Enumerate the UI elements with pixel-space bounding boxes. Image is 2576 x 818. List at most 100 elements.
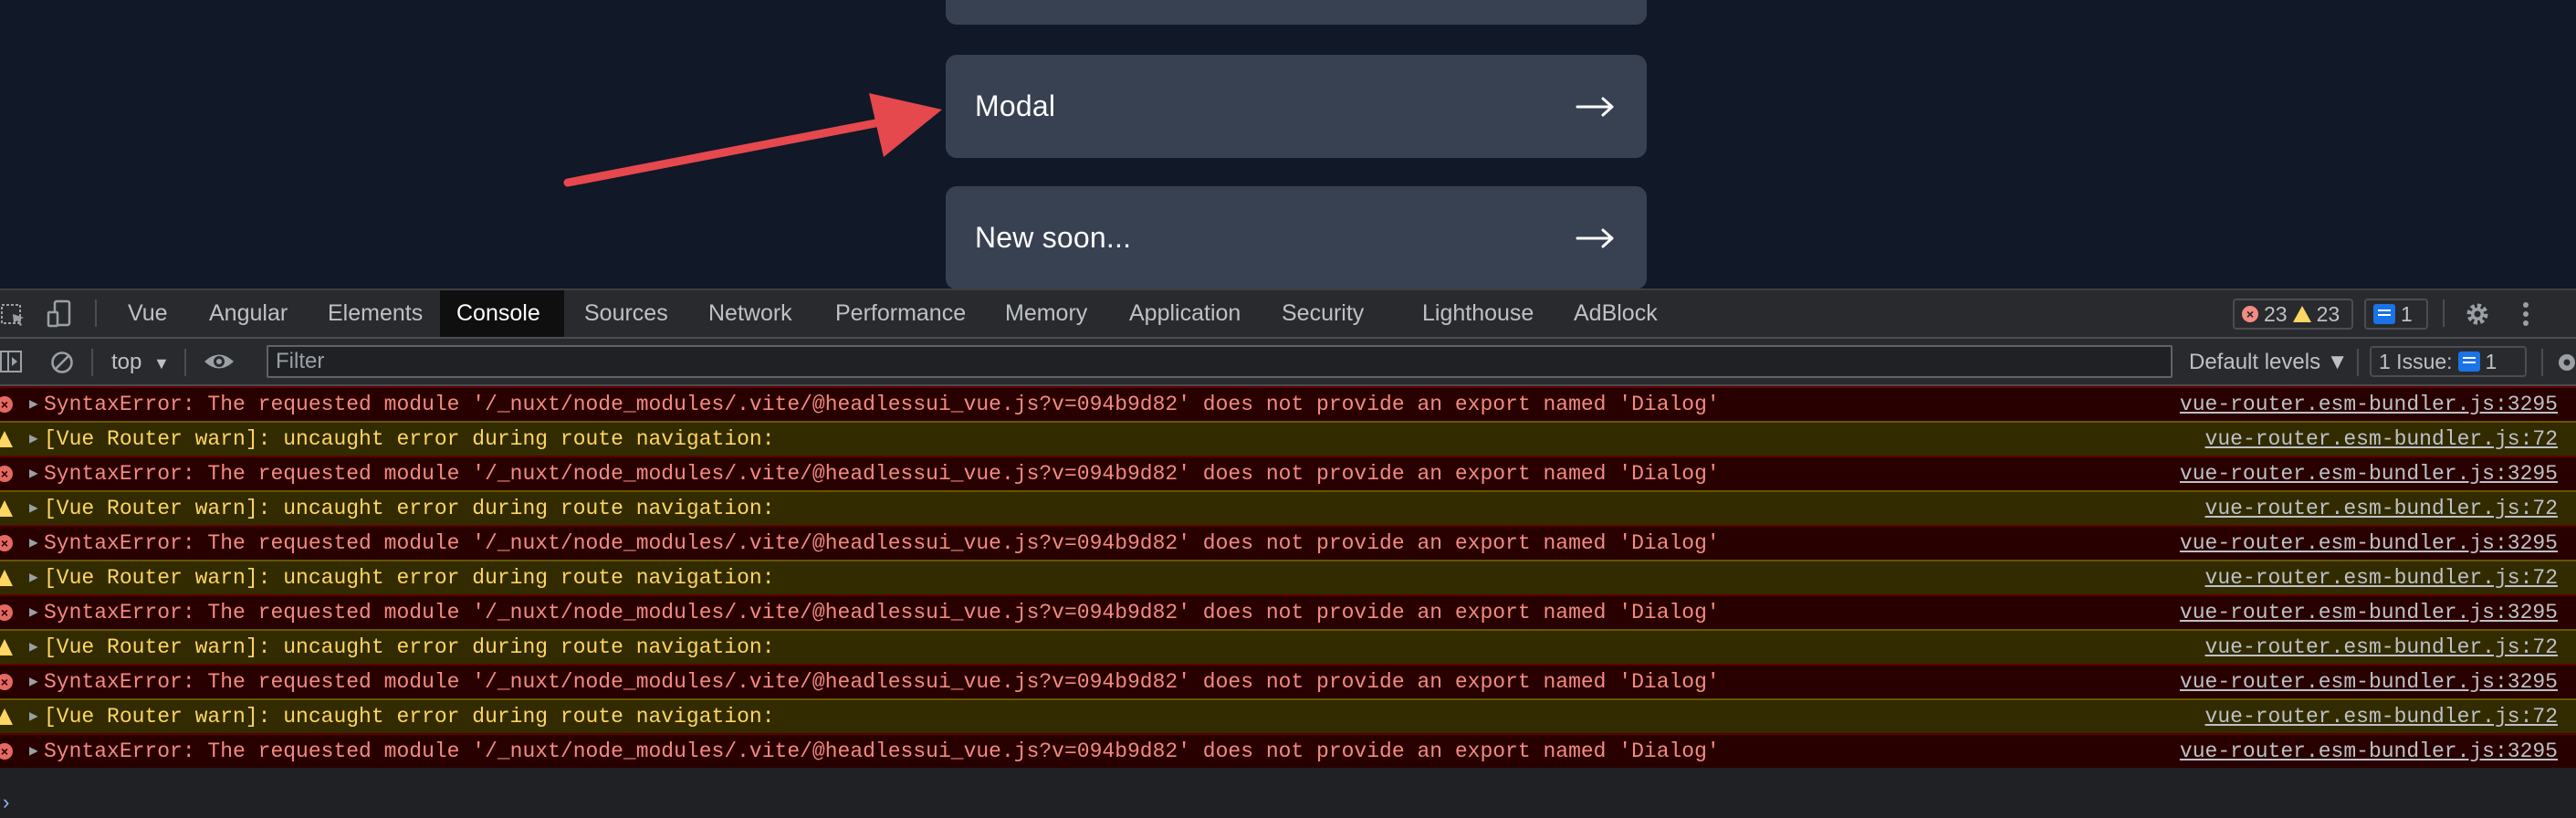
warning-icon — [0, 431, 13, 447]
page-content: Modal New soon... — [0, 0, 2576, 288]
eye-icon[interactable] — [203, 350, 236, 373]
source-link[interactable]: vue-router.esm-bundler.js:72 — [2205, 492, 2558, 525]
console-row-error[interactable]: × ▶ SyntaxError: The requested module '/… — [0, 525, 2576, 560]
context-value: top — [111, 350, 142, 374]
tab-sources[interactable]: Sources — [568, 290, 685, 337]
console-row-error[interactable]: × ▶ SyntaxError: The requested module '/… — [0, 456, 2576, 490]
chevron-down-icon: ▼ — [153, 354, 170, 372]
tab-performance[interactable]: Performance — [819, 290, 982, 337]
message-text: [Vue Router warn]: uncaught error during… — [44, 705, 775, 729]
error-icon: × — [0, 535, 13, 551]
arrow-right-icon — [1576, 228, 1614, 247]
filter-input[interactable]: Filter — [267, 345, 2173, 378]
source-link[interactable]: vue-router.esm-bundler.js:3295 — [2180, 388, 2558, 421]
source-link[interactable]: vue-router.esm-bundler.js:72 — [2205, 423, 2558, 456]
source-link[interactable]: vue-router.esm-bundler.js:72 — [2205, 631, 2558, 664]
warning-icon — [0, 639, 13, 655]
divider — [184, 349, 186, 376]
warning-icon — [0, 570, 13, 586]
error-icon: × — [0, 466, 13, 482]
gear-icon[interactable] — [2463, 299, 2492, 329]
source-link[interactable]: vue-router.esm-bundler.js:3295 — [2180, 735, 2558, 768]
tab-network[interactable]: Network — [692, 290, 809, 337]
console-messages: × ▶ SyntaxError: The requested module '/… — [0, 386, 2576, 818]
more-options-icon[interactable] — [2519, 299, 2532, 329]
messages-counter[interactable]: 1 — [2364, 299, 2428, 330]
error-icon: × — [2242, 306, 2258, 322]
issue-icon — [2457, 351, 2480, 372]
error-icon: × — [0, 604, 13, 621]
error-icon: × — [0, 674, 13, 690]
message-icon — [2373, 304, 2395, 324]
message-text: SyntaxError: The requested module '/_nux… — [44, 601, 1720, 624]
expand-triangle-icon[interactable]: ▶ — [29, 735, 38, 768]
error-icon: × — [0, 743, 13, 760]
expand-triangle-icon[interactable]: ▶ — [29, 457, 38, 490]
tab-angular[interactable]: Angular — [193, 290, 304, 337]
message-text: [Vue Router warn]: uncaught error during… — [44, 497, 775, 520]
source-link[interactable]: vue-router.esm-bundler.js:3295 — [2180, 596, 2558, 629]
console-row-warning[interactable]: ▶ [Vue Router warn]: uncaught error duri… — [0, 629, 2576, 664]
expand-triangle-icon[interactable]: ▶ — [29, 561, 38, 594]
context-selector[interactable]: top ▼ — [111, 339, 170, 386]
tab-console[interactable]: Console — [440, 290, 564, 337]
tab-security[interactable]: Security — [1265, 290, 1380, 337]
inspect-element-icon[interactable] — [0, 301, 27, 329]
tab-vue[interactable]: Vue — [111, 290, 184, 337]
source-link[interactable]: vue-router.esm-bundler.js:3295 — [2180, 666, 2558, 698]
message-text: SyntaxError: The requested module '/_nux… — [44, 670, 1720, 694]
source-link[interactable]: vue-router.esm-bundler.js:72 — [2205, 700, 2558, 733]
divider — [2357, 349, 2359, 376]
console-row-error[interactable]: × ▶ SyntaxError: The requested module '/… — [0, 594, 2576, 629]
source-link[interactable]: vue-router.esm-bundler.js:72 — [2205, 561, 2558, 594]
annotation-arrow — [563, 93, 942, 187]
console-toolbar: top ▼ Filter Default levels ▼ 1 Issue: 1 — [0, 339, 2576, 386]
tab-memory[interactable]: Memory — [989, 290, 1104, 337]
show-sidebar-icon[interactable] — [0, 350, 24, 373]
tab-adblock[interactable]: AdBlock — [1557, 290, 1674, 337]
console-row-error[interactable]: × ▶ SyntaxError: The requested module '/… — [0, 664, 2576, 698]
message-text: [Vue Router warn]: uncaught error during… — [44, 427, 775, 451]
source-link[interactable]: vue-router.esm-bundler.js:3295 — [2180, 527, 2558, 560]
error-warning-counter[interactable]: × 23 23 — [2233, 299, 2353, 330]
expand-triangle-icon[interactable]: ▶ — [29, 388, 38, 421]
console-settings-icon[interactable] — [2554, 350, 2576, 375]
divider — [91, 349, 93, 376]
expand-triangle-icon[interactable]: ▶ — [29, 700, 38, 733]
source-link[interactable]: vue-router.esm-bundler.js:3295 — [2180, 457, 2558, 490]
console-prompt[interactable]: › — [0, 792, 12, 815]
tab-lighthouse[interactable]: Lighthouse — [1406, 290, 1550, 337]
divider — [95, 299, 97, 327]
clear-console-icon[interactable] — [49, 350, 75, 375]
log-levels-dropdown[interactable]: Default levels ▼ — [2189, 339, 2349, 386]
expand-triangle-icon[interactable]: ▶ — [29, 596, 38, 629]
nav-card-new-soon[interactable]: New soon... — [946, 186, 1647, 288]
nav-card-modal[interactable]: Modal — [946, 55, 1647, 158]
tab-application[interactable]: Application — [1113, 290, 1257, 337]
tab-elements[interactable]: Elements — [311, 290, 439, 337]
expand-triangle-icon[interactable]: ▶ — [29, 492, 38, 525]
expand-triangle-icon[interactable]: ▶ — [29, 423, 38, 456]
warning-count: 23 — [2316, 301, 2340, 326]
divider — [2443, 299, 2445, 327]
error-icon: × — [0, 396, 13, 413]
filter-placeholder: Filter — [276, 349, 325, 373]
console-row-error[interactable]: × ▶ SyntaxError: The requested module '/… — [0, 386, 2576, 421]
expand-triangle-icon[interactable]: ▶ — [29, 666, 38, 698]
console-row-warning[interactable]: ▶ [Vue Router warn]: uncaught error duri… — [0, 560, 2576, 594]
warning-icon — [0, 708, 13, 725]
warning-icon — [0, 500, 13, 517]
expand-triangle-icon[interactable]: ▶ — [29, 631, 38, 664]
devtools-tab-bar: Vue Angular Elements Console Sources Net… — [0, 288, 2576, 339]
arrow-right-icon — [1576, 97, 1614, 116]
expand-triangle-icon[interactable]: ▶ — [29, 527, 38, 560]
device-toolbar-icon[interactable] — [46, 299, 77, 329]
nav-card-previous[interactable] — [946, 0, 1647, 25]
console-row-warning[interactable]: ▶ [Vue Router warn]: uncaught error duri… — [0, 698, 2576, 733]
message-text: [Vue Router warn]: uncaught error during… — [44, 635, 775, 659]
console-row-warning[interactable]: ▶ [Vue Router warn]: uncaught error duri… — [0, 421, 2576, 456]
console-row-error[interactable]: × ▶ SyntaxError: The requested module '/… — [0, 733, 2576, 768]
console-row-warning[interactable]: ▶ [Vue Router warn]: uncaught error duri… — [0, 490, 2576, 525]
issues-button[interactable]: 1 Issue: 1 — [2370, 346, 2527, 377]
devtools-panel: Vue Angular Elements Console Sources Net… — [0, 288, 2576, 818]
